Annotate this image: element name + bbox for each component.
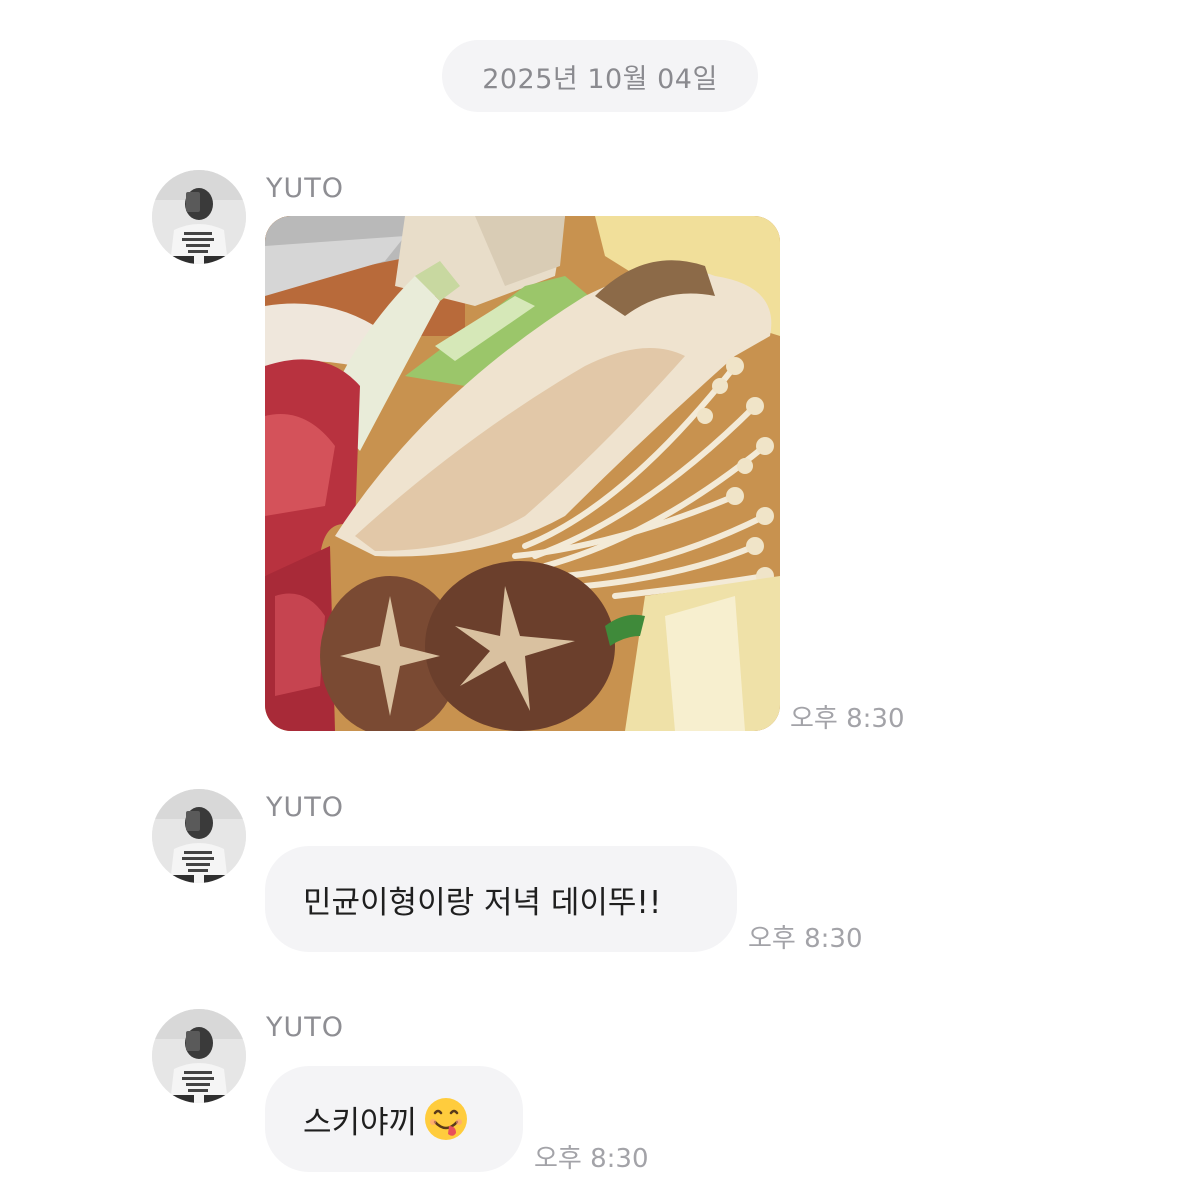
message-time: 오후 8:30	[748, 924, 863, 954]
date-label: 2025년 10월 04일	[482, 63, 718, 95]
message-text: 스키야끼	[303, 1104, 418, 1141]
sender-name: YUTO	[266, 792, 344, 823]
sender-name: YUTO	[266, 1012, 344, 1043]
date-separator: 2025년 10월 04일	[442, 40, 758, 112]
avatar[interactable]	[152, 1009, 246, 1103]
message-image[interactable]	[265, 216, 780, 731]
avatar[interactable]	[152, 170, 246, 264]
sender-name: YUTO	[266, 173, 344, 204]
message-time: 오후 8:30	[790, 704, 905, 734]
message-bubble[interactable]: 민균이형이랑 저녁 데이뚜!!	[265, 846, 737, 952]
message-bubble[interactable]: 스키야끼	[265, 1066, 523, 1172]
message-text: 민균이형이랑 저녁 데이뚜!!	[303, 884, 662, 921]
avatar[interactable]	[152, 789, 246, 883]
message-time: 오후 8:30	[534, 1144, 649, 1174]
face-savoring-food-icon	[423, 1096, 469, 1142]
